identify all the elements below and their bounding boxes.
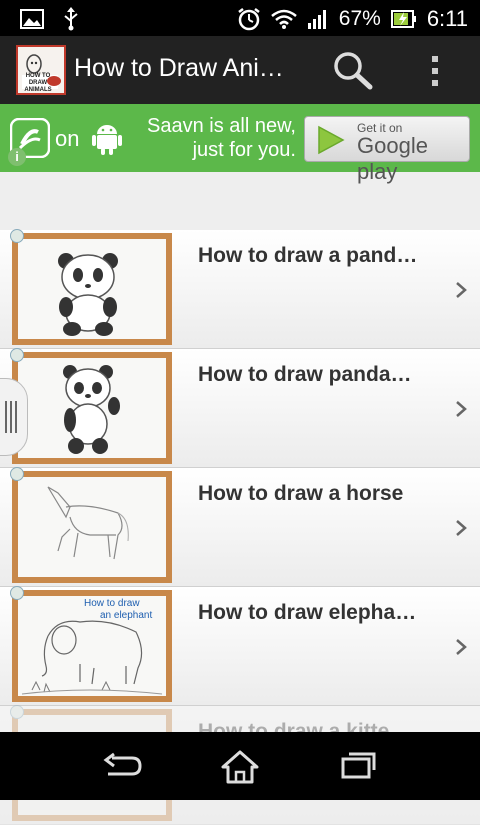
android-icon: [92, 125, 122, 155]
badge-icon: [10, 705, 24, 719]
app-title: How to Draw Ani…: [74, 54, 284, 82]
ad-on-label: on: [55, 126, 80, 151]
image-icon: [20, 9, 44, 29]
panda-drawing-icon: [58, 253, 118, 336]
panda-waving-drawing-icon: [63, 365, 120, 454]
overflow-menu-icon[interactable]: [428, 54, 442, 88]
thumbnail: [10, 348, 172, 464]
badge-icon: [10, 348, 24, 362]
play-store-icon: [318, 125, 345, 155]
badge-icon: [10, 467, 24, 481]
thumbnail: [10, 467, 172, 583]
wifi-icon: [270, 9, 297, 29]
clock: 6:11: [426, 6, 468, 31]
chevron-right-icon: [456, 401, 467, 417]
drawer-handle[interactable]: [0, 378, 28, 456]
list-item[interactable]: How to draw an elephant How to draw elep…: [0, 586, 480, 706]
thumbnail: How to draw an elephant: [10, 586, 172, 702]
back-icon[interactable]: [102, 750, 142, 782]
grip-icon: [5, 401, 17, 433]
item-title: How to draw elepha…: [198, 601, 417, 624]
badge-icon: [10, 586, 24, 600]
app-icon[interactable]: HOW TO DRAW ANIMALS: [16, 45, 66, 95]
thumbnail: [10, 229, 172, 345]
battery-percent: 67%: [338, 7, 381, 30]
action-bar: HOW TO DRAW ANIMALS How to Draw Ani…: [0, 36, 480, 104]
home-icon[interactable]: [221, 750, 259, 784]
signal-icon: [307, 10, 326, 29]
item-title: How to draw panda…: [198, 363, 412, 386]
status-bar: 67% 6:11: [0, 0, 480, 36]
list-item[interactable]: How to draw panda…: [0, 348, 480, 468]
list-item[interactable]: How to draw a pand…: [0, 229, 480, 349]
gp-big-text: Google play: [357, 133, 428, 184]
list-item[interactable]: How to draw a horse: [0, 467, 480, 587]
chevron-right-icon: [456, 639, 467, 655]
ad-info-icon[interactable]: i: [8, 148, 26, 166]
horse-drawing-icon: [47, 486, 129, 560]
usb-icon: [64, 7, 78, 31]
chevron-right-icon: [456, 520, 467, 536]
badge-icon: [10, 229, 24, 243]
alarm-icon: [238, 8, 260, 31]
navigation-bar: [0, 732, 480, 800]
ad-text: Saavn is all new, just for you.: [147, 115, 296, 161]
app-icon-caption: HOW TO DRAW ANIMALS: [24, 73, 52, 93]
battery-icon: [390, 10, 416, 28]
search-icon[interactable]: [332, 50, 374, 90]
google-play-button[interactable]: Get it on Google play: [304, 116, 470, 184]
recent-apps-icon[interactable]: [340, 750, 378, 780]
thumb-caption-line2: an elephant: [100, 610, 153, 621]
item-title: How to draw a horse: [198, 482, 404, 505]
thumb-caption-line1: How to draw: [84, 598, 140, 609]
chevron-right-icon: [456, 282, 467, 298]
ad-banner[interactable]: on Saavn is all new, just for you. Get i…: [0, 104, 480, 184]
item-title: How to draw a pand…: [198, 244, 418, 267]
